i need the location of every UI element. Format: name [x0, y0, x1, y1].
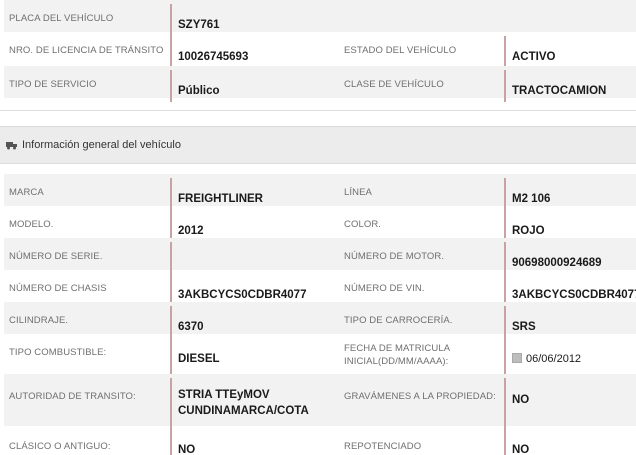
combustible-value-cell: DIESEL: [170, 338, 340, 378]
serie-label-cell: NÚMERO DE SERIE.: [4, 238, 170, 270]
repotenciado-label: REPOTENCIADO: [344, 441, 422, 452]
summary-row-licencia: NRO. DE LICENCIA DE TRÁNSITO 10026745693…: [4, 32, 636, 70]
placa-label-cell: PLACA DEL VEHÍCULO: [4, 0, 170, 32]
carroceria-label: TIPO DE CARROCERÍA.: [344, 315, 453, 326]
placa-value: SZY761: [178, 19, 220, 31]
truck-icon: [6, 142, 17, 150]
licencia-label-cell: NRO. DE LICENCIA DE TRÁNSITO: [4, 32, 170, 66]
detail-row-marca: MARCA FREIGHTLINER LÍNEA M2 106: [4, 174, 636, 210]
clasico-label: CLÁSICO O ANTIGUO:: [9, 441, 111, 452]
detail-row-chasis: NÚMERO DE CHASIS 3AKBCYCS0CDBR4077 NÚMER…: [4, 270, 636, 306]
clase-value: TRACTOCAMION: [512, 85, 607, 97]
detail-row-cilindraje: CILINDRAJE. 6370 TIPO DE CARROCERÍA. SRS: [4, 302, 636, 338]
autoridad-value-cell: STRIA TTEyMOV CUNDINAMARCA/COTA: [170, 378, 340, 430]
gravamenes-value: NO: [512, 394, 530, 406]
estado-value-cell: ACTIVO: [504, 36, 636, 70]
color-label-cell: COLOR.: [340, 206, 504, 238]
repotenciado-label-cell: REPOTENCIADO: [340, 426, 504, 455]
licencia-value-cell: 10026745693: [170, 36, 340, 70]
matricula-label-line1: FECHA DE MATRICULA: [344, 343, 451, 354]
clase-label-cell: CLASE DE VEHÍCULO: [340, 66, 504, 98]
modelo-value: 2012: [178, 225, 204, 237]
detail-row-combustible: TIPO COMBUSTIBLE: DIESEL FECHA DE MATRIC…: [4, 334, 636, 378]
summary-row-placa: PLACA DEL VEHÍCULO SZY761: [4, 0, 636, 36]
motor-label-cell: NÚMERO DE MOTOR.: [340, 238, 504, 270]
servicio-label: TIPO DE SERVICIO: [9, 79, 97, 90]
gravamenes-label-cell: GRAVÁMENES A LA PROPIEDAD:: [340, 374, 504, 426]
modelo-label: MODELO.: [9, 219, 54, 230]
marca-value: FREIGHTLINER: [178, 193, 263, 205]
autoridad-label: AUTORIDAD DE TRANSITO:: [9, 391, 136, 402]
licencia-label: NRO. DE LICENCIA DE TRÁNSITO: [9, 45, 164, 56]
chasis-label-cell: NÚMERO DE CHASIS: [4, 270, 170, 302]
gravamenes-label: GRAVÁMENES A LA PROPIEDAD:: [344, 391, 496, 402]
detail-row-modelo: MODELO. 2012 COLOR. ROJO: [4, 206, 636, 242]
clase-value-cell: TRACTOCAMION: [504, 70, 636, 102]
calendar-icon: [512, 353, 522, 363]
vin-label-cell: NÚMERO DE VIN.: [340, 270, 504, 302]
repotenciado-value: NO: [512, 444, 530, 455]
linea-label-cell: LÍNEA: [340, 174, 504, 206]
cilindraje-label: CILINDRAJE.: [9, 315, 69, 326]
servicio-label-cell: TIPO DE SERVICIO: [4, 66, 170, 98]
autoridad-value-line2: CUNDINAMARCA/COTA: [178, 405, 309, 417]
servicio-value-cell: Público: [170, 70, 340, 102]
motor-label: NÚMERO DE MOTOR.: [344, 251, 445, 262]
detail-row-autoridad: AUTORIDAD DE TRANSITO: STRIA TTEyMOV CUN…: [4, 374, 636, 430]
summary-row-servicio: TIPO DE SERVICIO Público CLASE DE VEHÍCU…: [4, 66, 636, 102]
combustible-label-cell: TIPO COMBUSTIBLE:: [4, 334, 170, 374]
detail-row-serie: NÚMERO DE SERIE. NÚMERO DE MOTOR. 906980…: [4, 238, 636, 274]
color-value: ROJO: [512, 225, 545, 237]
autoridad-value-line1: STRIA TTEyMOV: [178, 389, 270, 401]
serie-label: NÚMERO DE SERIE.: [9, 251, 103, 262]
marca-label: MARCA: [9, 187, 44, 198]
licencia-value: 10026745693: [178, 51, 249, 63]
marca-label-cell: MARCA: [4, 174, 170, 206]
estado-label: ESTADO DEL VEHÍCULO: [344, 45, 457, 56]
combustible-value: DIESEL: [178, 353, 220, 365]
matricula-label-cell: FECHA DE MATRICULA INICIAL(DD/MM/AAAA):: [340, 334, 504, 374]
cilindraje-label-cell: CILINDRAJE.: [4, 302, 170, 334]
cilindraje-value: 6370: [178, 321, 204, 333]
combustible-label: TIPO COMBUSTIBLE:: [9, 347, 107, 358]
clasico-value-cell: NO: [170, 430, 340, 455]
color-label: COLOR.: [344, 219, 382, 230]
autoridad-label-cell: AUTORIDAD DE TRANSITO:: [4, 374, 170, 426]
matricula-value: 06/06/2012: [526, 353, 582, 365]
vin-value: 3AKBCYCS0CDBR4077: [512, 289, 636, 301]
section-title: Información general del vehículo: [22, 139, 181, 151]
linea-value: M2 106: [512, 193, 551, 205]
motor-value: 90698000924689: [512, 257, 602, 269]
chasis-label: NÚMERO DE CHASIS: [9, 283, 107, 294]
modelo-label-cell: MODELO.: [4, 206, 170, 238]
chasis-value: 3AKBCYCS0CDBR4077: [178, 289, 307, 301]
linea-label: LÍNEA: [344, 187, 372, 198]
carroceria-value: SRS: [512, 321, 536, 333]
gravamenes-value-cell: NO: [504, 378, 636, 430]
divider: [0, 110, 636, 111]
section-header[interactable]: Información general del vehículo: [0, 126, 636, 164]
detail-row-clasico: CLÁSICO O ANTIGUO: NO REPOTENCIADO NO: [4, 426, 636, 455]
matricula-label-line2: INICIAL(DD/MM/AAAA):: [344, 356, 449, 367]
clase-label: CLASE DE VEHÍCULO: [344, 79, 444, 90]
clasico-label-cell: CLÁSICO O ANTIGUO:: [4, 426, 170, 455]
placa-label: PLACA DEL VEHÍCULO: [9, 13, 114, 24]
carroceria-label-cell: TIPO DE CARROCERÍA.: [340, 302, 504, 334]
matricula-value-cell: 06/06/2012: [504, 338, 636, 378]
servicio-value: Público: [178, 85, 220, 97]
estado-label-cell: ESTADO DEL VEHÍCULO: [340, 32, 504, 66]
repotenciado-value-cell: NO: [504, 430, 636, 455]
clasico-value: NO: [178, 444, 196, 455]
estado-value: ACTIVO: [512, 51, 556, 63]
vin-label: NÚMERO DE VIN.: [344, 283, 425, 294]
